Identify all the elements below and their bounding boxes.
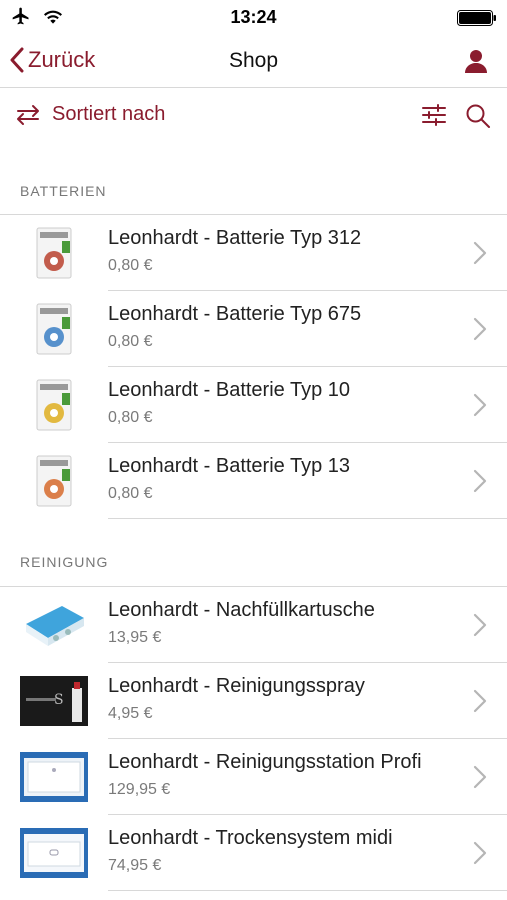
filter-button[interactable]	[421, 103, 447, 132]
chevron-right-icon	[473, 393, 487, 417]
product-thumbnail	[20, 825, 88, 881]
product-thumbnail	[20, 377, 88, 433]
product-name: Leonhardt - Nachfüllkartusche	[108, 599, 375, 621]
product-price: 0,80 €	[108, 257, 153, 274]
sort-label: Sortiert nach	[52, 103, 166, 125]
chevron-right-icon	[473, 613, 487, 637]
product-row[interactable]: S Leonhardt - Reinigungsspray 4,95 €	[0, 663, 507, 739]
product-price: 0,80 €	[108, 485, 153, 502]
profile-button[interactable]	[463, 48, 489, 79]
product-name: Leonhardt - Batterie Typ 312	[108, 227, 362, 249]
product-name: Leonhardt - Reinigungsstation Profi	[108, 751, 422, 773]
status-bar: 13:24	[0, 0, 507, 36]
chevron-right-icon	[473, 765, 487, 789]
product-row[interactable]: Leonhardt - Batterie Typ 675 0,80 €	[0, 291, 507, 367]
chevron-right-icon	[473, 241, 487, 265]
product-price: 0,80 €	[108, 333, 153, 350]
product-row[interactable]: Leonhardt - Trockensystem midi 74,95 €	[0, 815, 507, 891]
product-row[interactable]: Leonhardt - Batterie Typ 13 0,80 €	[0, 443, 507, 519]
chevron-right-icon	[473, 689, 487, 713]
product-price: 13,95 €	[108, 629, 162, 646]
chevron-right-icon	[473, 841, 487, 865]
product-name: Leonhardt - Batterie Typ 10	[108, 379, 351, 401]
product-thumbnail	[20, 225, 88, 281]
svg-text:S: S	[54, 692, 64, 708]
product-price: 4,95 €	[108, 705, 153, 722]
product-name: Leonhardt - Trockensystem midi	[108, 827, 393, 849]
product-name: Leonhardt - Batterie Typ 675	[108, 303, 362, 325]
chevron-right-icon	[473, 469, 487, 493]
product-thumbnail	[20, 749, 88, 805]
battery-icon	[457, 10, 496, 26]
section-header-reinigung: REINIGUNG	[20, 554, 109, 570]
search-button[interactable]	[465, 103, 491, 134]
product-thumbnail	[20, 301, 88, 357]
filter-sliders-icon	[422, 104, 446, 126]
product-row[interactable]: Leonhardt - Batterie Typ 10 0,80 €	[0, 367, 507, 443]
page-title: Shop	[228, 49, 279, 72]
product-thumbnail: S	[20, 673, 88, 729]
product-row[interactable]: Leonhardt - Reinigungsstation Profi 129,…	[0, 739, 507, 815]
toolbar: Sortiert nach	[0, 89, 507, 145]
row-divider	[108, 518, 507, 519]
navigation-bar: Zurück Shop	[0, 36, 507, 88]
product-thumbnail	[20, 453, 88, 509]
product-name: Leonhardt - Reinigungsspray	[108, 675, 365, 697]
product-row[interactable]: Leonhardt - Batterie Typ 312 0,80 €	[0, 215, 507, 291]
product-price: 0,80 €	[108, 409, 153, 426]
row-divider	[108, 890, 507, 891]
product-price: 74,95 €	[108, 857, 162, 874]
product-row[interactable]: Leonhardt - Nachfüllkartusche 13,95 €	[0, 587, 507, 663]
user-icon	[465, 50, 487, 73]
product-thumbnail	[20, 597, 88, 653]
section-header-batterien: BATTERIEN	[20, 183, 107, 199]
status-time: 13:24	[230, 7, 277, 27]
product-name: Leonhardt - Batterie Typ 13	[108, 455, 351, 477]
search-icon	[466, 104, 490, 128]
sort-arrows-icon	[17, 104, 39, 125]
product-price: 129,95 €	[108, 781, 171, 798]
sort-button[interactable]: Sortiert nach	[14, 103, 165, 126]
chevron-right-icon	[473, 317, 487, 341]
